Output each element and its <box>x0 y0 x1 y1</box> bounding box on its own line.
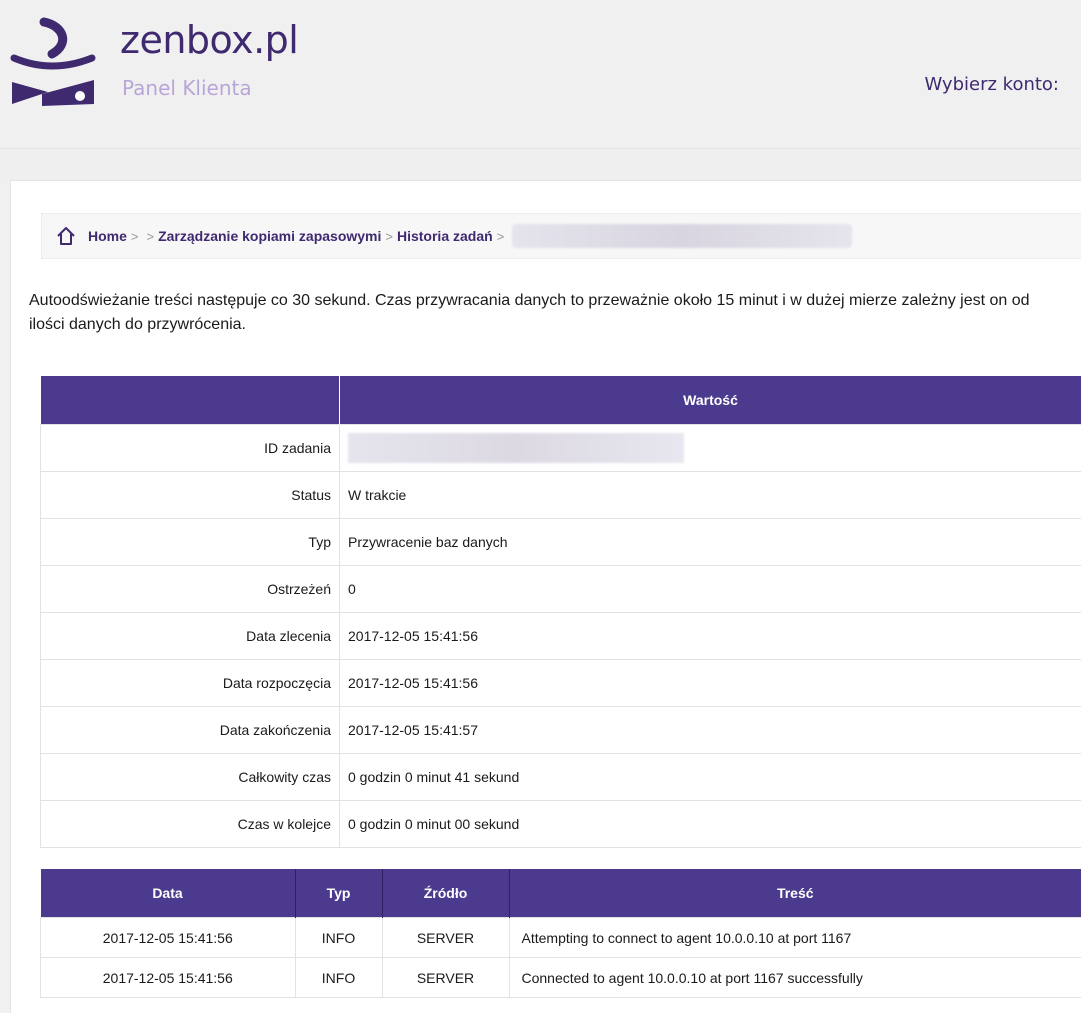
log-header-date[interactable]: Data <box>41 869 296 918</box>
zenbox-logo-icon[interactable] <box>8 14 98 114</box>
details-header-key <box>41 376 340 425</box>
table-row: Czas w kolejce 0 godzin 0 minut 00 sekun… <box>41 801 1081 848</box>
status-value: W trakcie <box>340 472 1081 519</box>
breadcrumb-current-redacted <box>512 224 852 248</box>
queue-time-value: 0 godzin 0 minut 00 sekund <box>340 801 1081 848</box>
table-row: Typ Przywracenie baz danych <box>41 519 1081 566</box>
start-date-label: Data rozpoczęcia <box>41 660 340 707</box>
breadcrumb-backups-link[interactable]: Zarządzanie kopiami zapasowymi <box>158 228 381 244</box>
log-type: INFO <box>295 958 382 998</box>
main-content: Home > > Zarządzanie kopiami zapasowymi … <box>10 180 1081 1013</box>
log-message: Attempting to connect to agent 10.0.0.10… <box>509 918 1081 958</box>
warnings-label: Ostrzeżeń <box>41 566 340 613</box>
table-row: Data rozpoczęcia 2017-12-05 15:41:56 <box>41 660 1081 707</box>
breadcrumb-separator: > <box>497 229 505 244</box>
ordered-date-value: 2017-12-05 15:41:56 <box>340 613 1081 660</box>
total-time-label: Całkowity czas <box>41 754 340 801</box>
refresh-notice: Autoodświeżanie treści następuje co 30 s… <box>29 289 1049 337</box>
task-id-redacted <box>348 433 684 463</box>
breadcrumb-home-link[interactable]: Home <box>88 228 127 244</box>
start-date-value: 2017-12-05 15:41:56 <box>340 660 1081 707</box>
breadcrumb-history-link[interactable]: Historia zadań <box>397 228 493 244</box>
logo-name[interactable]: zenbox.pl <box>120 18 298 62</box>
task-id-value <box>340 425 1081 472</box>
breadcrumb-separator: > <box>385 229 393 244</box>
choose-account-label[interactable]: Wybierz konto: <box>924 74 1059 95</box>
header: zenbox.pl Panel Klienta Wybierz konto: <box>0 0 1081 148</box>
total-time-value: 0 godzin 0 minut 41 sekund <box>340 754 1081 801</box>
logo-subtitle: Panel Klienta <box>122 76 252 100</box>
table-row: Status W trakcie <box>41 472 1081 519</box>
type-value: Przywracenie baz danych <box>340 519 1081 566</box>
type-label: Typ <box>41 519 340 566</box>
details-header-value: Wartość <box>340 376 1081 425</box>
table-row: Całkowity czas 0 godzin 0 minut 41 sekun… <box>41 754 1081 801</box>
breadcrumb-separator: > <box>131 229 139 244</box>
log-date: 2017-12-05 15:41:56 <box>41 918 296 958</box>
table-row: Data zakończenia 2017-12-05 15:41:57 <box>41 707 1081 754</box>
log-header-message[interactable]: Treść <box>509 869 1081 918</box>
breadcrumb: Home > > Zarządzanie kopiami zapasowymi … <box>41 213 1081 259</box>
task-id-label: ID zadania <box>41 425 340 472</box>
warnings-value: 0 <box>340 566 1081 613</box>
home-icon[interactable] <box>56 226 76 246</box>
log-message: Connected to agent 10.0.0.10 at port 116… <box>509 958 1081 998</box>
log-date: 2017-12-05 15:41:56 <box>41 958 296 998</box>
queue-time-label: Czas w kolejce <box>41 801 340 848</box>
breadcrumb-separator: > <box>147 229 155 244</box>
status-label: Status <box>41 472 340 519</box>
end-date-value: 2017-12-05 15:41:57 <box>340 707 1081 754</box>
table-row: 2017-12-05 15:41:56 INFO SERVER Attempti… <box>41 918 1081 958</box>
log-type: INFO <box>295 918 382 958</box>
log-header-type[interactable]: Typ <box>295 869 382 918</box>
task-details-table: Wartość ID zadania Status W trakcie Typ … <box>40 376 1081 848</box>
end-date-label: Data zakończenia <box>41 707 340 754</box>
log-header-source[interactable]: Źródło <box>382 869 509 918</box>
log-source: SERVER <box>382 958 509 998</box>
table-row: Data zlecenia 2017-12-05 15:41:56 <box>41 613 1081 660</box>
task-log-table: Data Typ Źródło Treść 2017-12-05 15:41:5… <box>40 869 1081 998</box>
table-row: ID zadania <box>41 425 1081 472</box>
log-source: SERVER <box>382 918 509 958</box>
table-row: 2017-12-05 15:41:56 INFO SERVER Connecte… <box>41 958 1081 998</box>
sub-navbar <box>0 148 1081 181</box>
ordered-date-label: Data zlecenia <box>41 613 340 660</box>
table-row: Ostrzeżeń 0 <box>41 566 1081 613</box>
